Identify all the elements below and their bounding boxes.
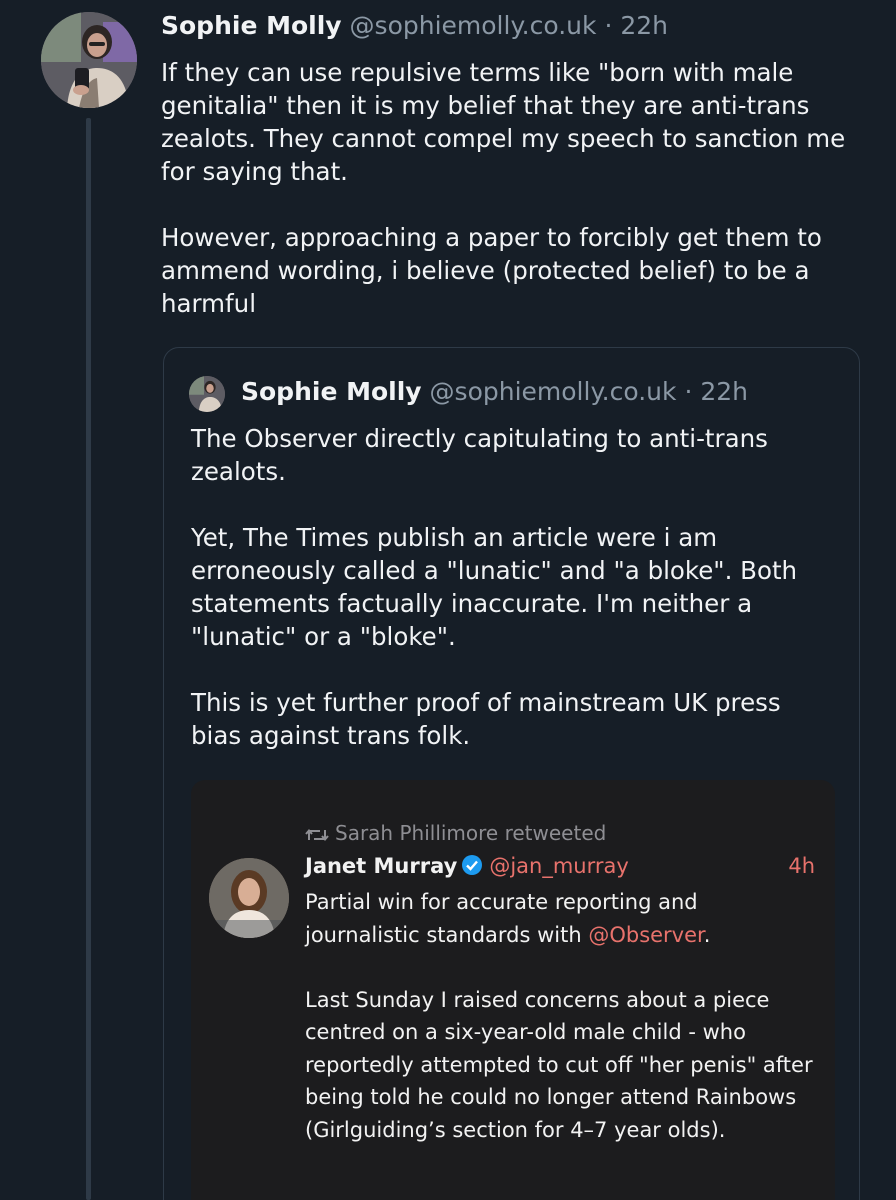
quoted-author-avatar[interactable] [189, 376, 225, 412]
author-avatar[interactable] [41, 12, 137, 108]
separator-dot: · [604, 11, 621, 40]
post-header: Sophie Molly @sophiemolly.co.uk · 22h [161, 8, 668, 44]
post-timestamp[interactable]: 22h [620, 11, 668, 40]
observer-mention: @Observer [588, 922, 704, 947]
quoted-author-name[interactable]: Sophie Molly [241, 377, 422, 406]
retweeted-by-label: Sarah Phillimore retweeted [335, 821, 607, 845]
quoted-post-header: Sophie Molly @sophiemolly.co.uk · 22h [241, 374, 748, 410]
thread-connector-line [86, 118, 91, 1200]
embedded-post-body: Partial win for accurate reporting and j… [305, 886, 815, 1179]
post-body: If they can use repulsive terms like "bo… [161, 56, 881, 353]
embedded-post-paragraph: Partial win for accurate reporting and j… [305, 886, 815, 951]
separator-dot: · [684, 377, 701, 406]
avatar-photo [189, 376, 225, 412]
embedded-author-name: Janet Murray [305, 854, 458, 878]
embedded-post-timestamp: 4h [788, 854, 815, 878]
quoted-post-card[interactable]: Sophie Molly @sophiemolly.co.uk · 22h Th… [163, 347, 860, 1200]
embedded-screenshot-image[interactable]: Sarah Phillimore retweeted Janet Murray … [191, 780, 835, 1200]
embedded-author-handle: @jan_murray [489, 854, 629, 878]
quoted-post-timestamp[interactable]: 22h [700, 377, 748, 406]
quoted-post-paragraph: This is yet further proof of mainstream … [191, 688, 781, 750]
quoted-post-paragraph: Yet, The Times publish an article were i… [191, 523, 798, 651]
quoted-author-handle[interactable]: @sophiemolly.co.uk [430, 377, 677, 406]
avatar-photo [209, 858, 289, 938]
embedded-post-paragraph: Last Sunday I raised concerns about a pi… [305, 987, 813, 1142]
author-name[interactable]: Sophie Molly [161, 11, 342, 40]
post-paragraph: However, approaching a paper to forcibly… [161, 223, 822, 318]
quoted-post-body: The Observer directly capitulating to an… [191, 422, 831, 785]
embedded-paragraph-end: . [703, 922, 711, 947]
embedded-author-avatar [209, 858, 289, 938]
author-handle[interactable]: @sophiemolly.co.uk [350, 11, 597, 40]
post-paragraph: If they can use repulsive terms like "bo… [161, 58, 846, 186]
quoted-post-paragraph: The Observer directly capitulating to an… [191, 424, 768, 486]
retweet-icon [305, 828, 329, 841]
retweeted-by-row: Sarah Phillimore retweeted [305, 820, 606, 846]
embedded-post-header: Janet Murray @jan_murray 4h [305, 851, 815, 881]
avatar-photo [41, 12, 137, 108]
verified-badge-icon [462, 855, 483, 875]
